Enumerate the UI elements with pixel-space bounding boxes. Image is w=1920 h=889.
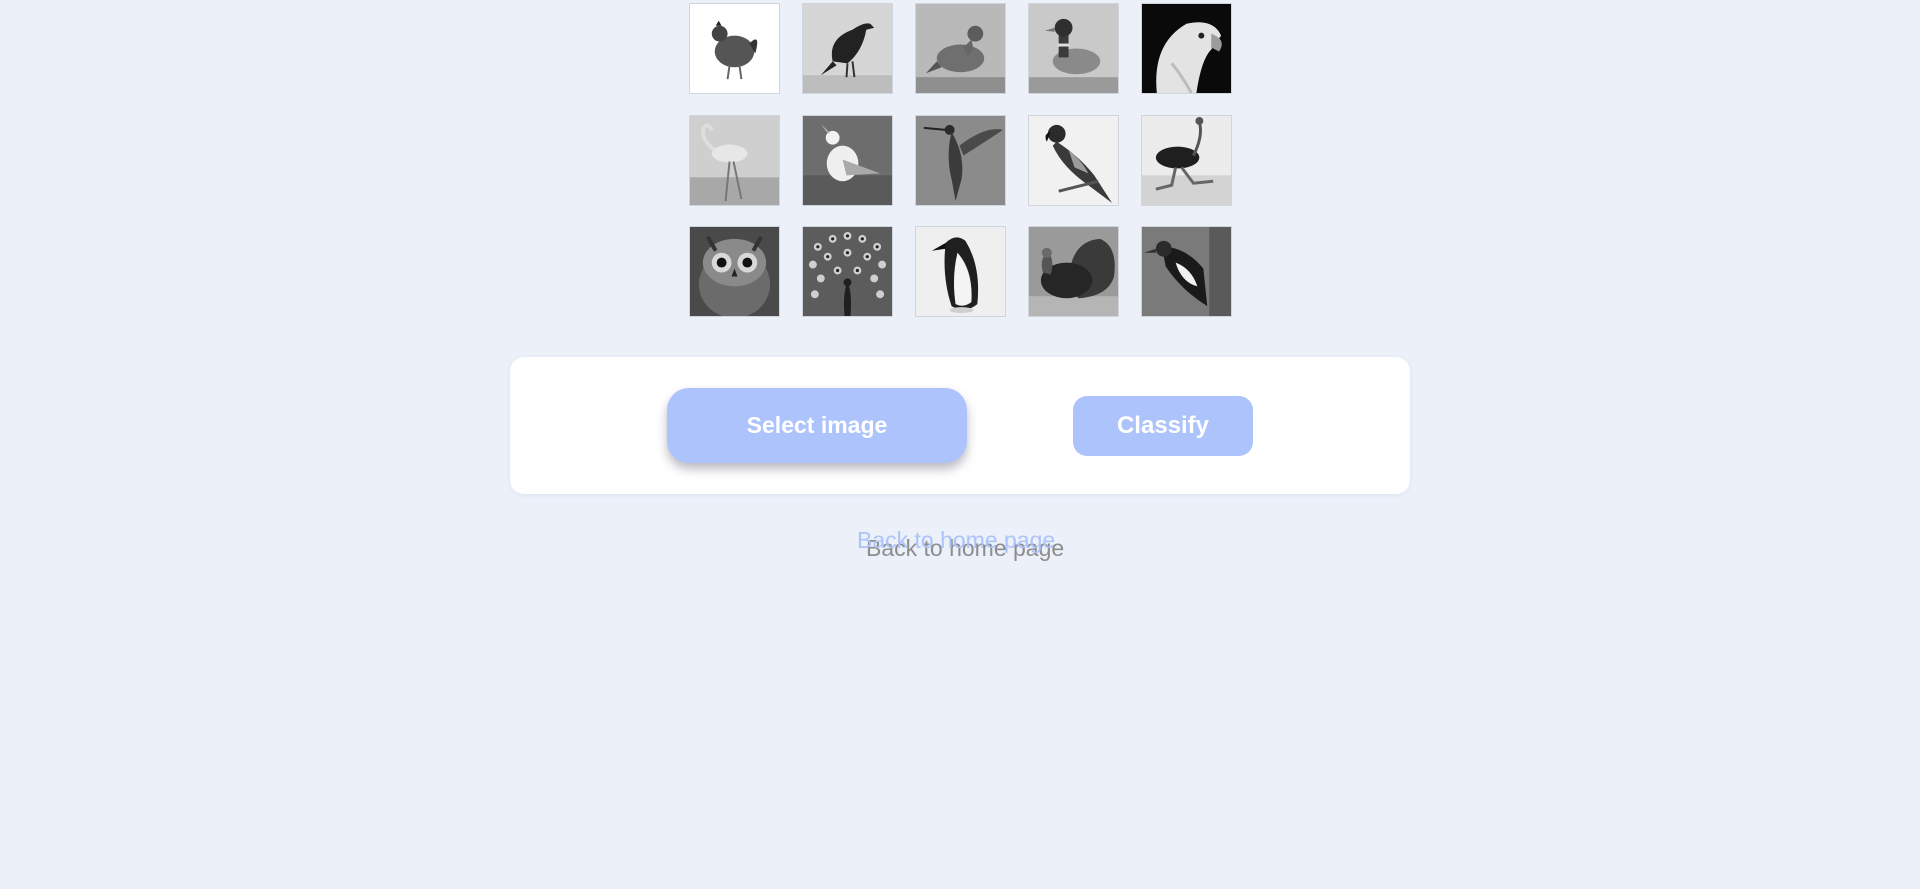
hummingbird-image[interactable]: [915, 115, 1006, 206]
classify-button[interactable]: Classify: [1073, 396, 1253, 456]
owl-image[interactable]: [689, 226, 780, 317]
seagull-image[interactable]: [802, 115, 893, 206]
chicken-image[interactable]: [689, 3, 780, 94]
chicken-icon: [690, 4, 779, 93]
pigeon-icon: [916, 4, 1005, 93]
select-image-button[interactable]: Select image: [667, 388, 967, 463]
gallery-row-2: [689, 115, 1233, 206]
turkey-image[interactable]: [1028, 226, 1119, 317]
ostrich-image[interactable]: [1141, 115, 1232, 206]
seagull-icon: [803, 116, 892, 205]
eagle-icon: [1142, 4, 1231, 93]
ostrich-icon: [1142, 116, 1231, 205]
eagle-image[interactable]: [1141, 3, 1232, 94]
duck-image[interactable]: [1028, 3, 1119, 94]
back-link-area: Back to home page Back to home page: [0, 526, 1920, 566]
peacock-icon: [803, 227, 892, 316]
parrot-icon: [1029, 116, 1118, 205]
peacock-image[interactable]: [802, 226, 893, 317]
back-to-home-link[interactable]: Back to home page: [857, 527, 1055, 554]
penguin-image[interactable]: [915, 226, 1006, 317]
woodpecker-image[interactable]: [1141, 226, 1232, 317]
action-card: Select image Classify: [510, 357, 1410, 494]
parrot-image[interactable]: [1028, 115, 1119, 206]
flamingo-icon: [690, 116, 779, 205]
owl-icon: [690, 227, 779, 316]
pigeon-image[interactable]: [915, 3, 1006, 94]
bird-gallery: [689, 3, 1233, 338]
turkey-icon: [1029, 227, 1118, 316]
crow-icon: [803, 4, 892, 93]
gallery-row-1: [689, 3, 1233, 94]
page: Select image Classify Back to home page …: [0, 0, 1920, 889]
hummingbird-icon: [916, 116, 1005, 205]
flamingo-image[interactable]: [689, 115, 780, 206]
duck-icon: [1029, 4, 1118, 93]
penguin-icon: [916, 227, 1005, 316]
crow-image[interactable]: [802, 3, 893, 94]
woodpecker-icon: [1142, 227, 1231, 316]
gallery-row-3: [689, 226, 1233, 317]
